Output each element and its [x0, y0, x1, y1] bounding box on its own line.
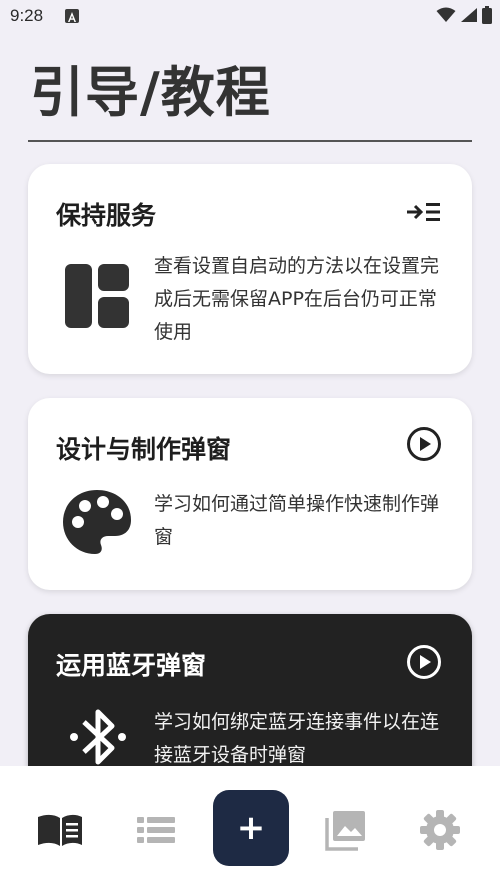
dashboard-layout-icon — [65, 264, 129, 332]
bluetooth-icon — [68, 702, 128, 776]
add-icon: + — [236, 808, 266, 848]
bottom-navigation: + — [0, 766, 500, 888]
play-circle-icon[interactable] — [406, 426, 442, 466]
signal-icon — [460, 7, 478, 27]
page-title: 引导/教程 — [30, 61, 271, 124]
card-title: 运用蓝牙弹窗 — [56, 651, 207, 680]
battery-icon — [482, 6, 492, 28]
card-description: 查看设置自启动的方法以在设置完成后无需保留APP在后台仍可正常使用 — [154, 255, 440, 343]
card-title: 设计与制作弹窗 — [56, 435, 232, 464]
card-design-popup[interactable]: 设计与制作弹窗 学习如何通过简单操作快速制作弹窗 — [28, 398, 472, 590]
wifi-icon — [436, 7, 456, 27]
status-bar: 9:28 — [0, 0, 500, 36]
status-icons — [436, 6, 492, 28]
list-icon[interactable] — [133, 810, 181, 850]
indent-list-icon[interactable] — [406, 200, 442, 228]
card-title: 保持服务 — [56, 201, 157, 230]
card-description: 学习如何通过简单操作快速制作弹窗 — [154, 493, 440, 548]
gallery-icon[interactable] — [322, 810, 370, 851]
guide-book-icon[interactable] — [36, 810, 84, 850]
status-time: 9:28 — [10, 6, 44, 25]
settings-icon[interactable] — [416, 810, 464, 850]
add-button[interactable]: + — [213, 790, 289, 866]
card-description: 学习如何绑定蓝牙连接事件以在连接蓝牙设备时弹窗 — [154, 711, 440, 766]
play-circle-icon[interactable] — [406, 644, 442, 684]
title-divider — [28, 140, 472, 142]
card-keep-service[interactable]: 保持服务 查看设置自启动的方法以在设置完成后无需保留APP在后台仍可正常使用 — [28, 164, 472, 374]
a-notification-icon — [65, 9, 79, 23]
palette-icon — [61, 488, 133, 560]
